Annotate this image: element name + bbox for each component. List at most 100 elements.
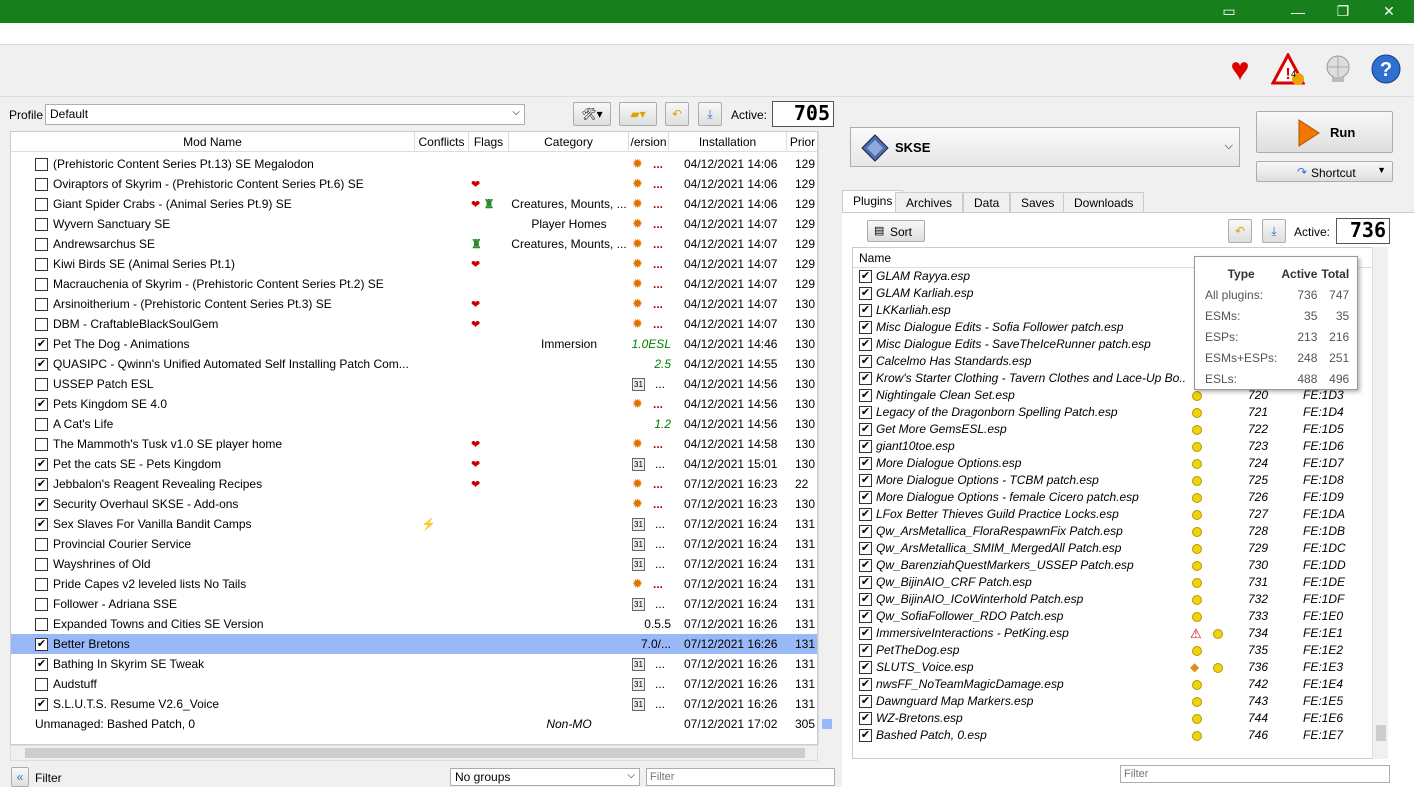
sort-button[interactable]: ▤ Sort [867, 220, 925, 242]
plugin-checkbox[interactable]: ✔ [859, 695, 872, 708]
tab-archives[interactable]: Archives [895, 192, 964, 212]
plugin-checkbox[interactable]: ✔ [859, 627, 872, 640]
plugin-row[interactable]: ✔ nwsFF_NoTeamMagicDamage.esp 742 FE:1E4 [853, 676, 1381, 693]
mod-filter-input[interactable] [646, 768, 835, 786]
plugin-checkbox[interactable]: ✔ [859, 355, 872, 368]
col-mod-name[interactable]: Mod Name [11, 132, 415, 152]
restore-small-icon[interactable]: ▭ [1206, 0, 1252, 23]
plugin-checkbox[interactable]: ✔ [859, 559, 872, 572]
col-installation[interactable]: Installation [669, 132, 787, 152]
minimize-icon[interactable]: — [1275, 0, 1321, 23]
table-row[interactable]: ✔ Bathing In Skyrim SE Tweak 31... 07/12/20… [11, 654, 817, 674]
table-row[interactable]: Macrauchenia of Skyrim - (Prehistoric Co… [11, 274, 817, 294]
mod-checkbox[interactable]: ✔ [35, 458, 48, 471]
table-row[interactable]: A Cat's Life 1.2 04/12/2021 14:56 130 [11, 414, 817, 434]
restore-backup-button[interactable]: ↶ [665, 102, 689, 126]
plugins-restore-button[interactable]: ↶ [1228, 219, 1252, 243]
mod-checkbox[interactable] [35, 178, 48, 191]
mod-checkbox[interactable] [35, 538, 48, 551]
table-row[interactable]: ✔ Pet the cats SE - Pets Kingdom ❤ 31... 04/… [11, 454, 817, 474]
plugin-checkbox[interactable]: ✔ [859, 525, 872, 538]
table-row[interactable]: Wyvern Sanctuary SE Player Homes ✹... 04/12… [11, 214, 817, 234]
help-icon[interactable]: ? [1366, 49, 1406, 89]
table-row[interactable]: ✔ Better Bretons 7.0/... 07/12/2021 16:26 13… [11, 634, 817, 654]
mod-checkbox[interactable] [35, 238, 48, 251]
plugin-scrollbar[interactable] [1372, 247, 1388, 759]
table-row[interactable]: ✔ Pets Kingdom SE 4.0 ✹... 04/12/2021 14:56… [11, 394, 817, 414]
mod-checkbox[interactable]: ✔ [35, 658, 48, 671]
plugin-checkbox[interactable]: ✔ [859, 304, 872, 317]
plugin-checkbox[interactable]: ✔ [859, 610, 872, 623]
plugin-row[interactable]: ✔ Qw_BijinAIO_CRF Patch.esp 731 FE:1DE [853, 574, 1381, 591]
mod-checkbox[interactable] [35, 298, 48, 311]
mod-list-hscrollbar[interactable] [10, 745, 818, 761]
plugin-row[interactable]: ✔ LFox Better Thieves Guild Practice Lock… [853, 506, 1381, 523]
col-version[interactable]: /ersion [629, 132, 669, 152]
col-flags[interactable]: Flags [469, 132, 509, 152]
mod-checkbox[interactable]: ✔ [35, 698, 48, 711]
heart-icon[interactable]: ♥ [1220, 49, 1260, 89]
plugin-checkbox[interactable]: ✔ [859, 508, 872, 521]
plugin-checkbox[interactable]: ✔ [859, 406, 872, 419]
close-icon[interactable]: ✕ [1366, 0, 1412, 23]
plugin-checkbox[interactable]: ✔ [859, 661, 872, 674]
plugin-row[interactable]: ✔ Qw_BarenziahQuestMarkers_USSEP Patch.es… [853, 557, 1381, 574]
mod-checkbox[interactable]: ✔ [35, 398, 48, 411]
plugin-checkbox[interactable]: ✔ [859, 542, 872, 555]
collapse-filter-button[interactable]: « [11, 767, 29, 787]
col-plugin-name[interactable]: Name [859, 248, 891, 268]
mod-checkbox[interactable] [35, 318, 48, 331]
unmanaged-row[interactable]: Unmanaged: Bashed Patch, 0 Non-MO 07/12/… [11, 714, 817, 734]
run-button[interactable]: Run [1256, 111, 1393, 153]
plugin-row[interactable]: ✔ Qw_SofiaFollower_RDO Patch.esp 733 FE:1E0 [853, 608, 1381, 625]
plugins-backup-button[interactable]: ⤓ [1262, 219, 1286, 243]
table-row[interactable]: ✔ QUASIPC - Qwinn's Unified Automated Sel… [11, 354, 817, 374]
plugin-checkbox[interactable]: ✔ [859, 457, 872, 470]
plugin-row[interactable]: ✔ Dawnguard Map Markers.esp 743 FE:1E5 [853, 693, 1381, 710]
mod-checkbox[interactable] [35, 418, 48, 431]
table-row[interactable]: ✔ S.L.U.T.S. Resume V2.6_Voice 31... 07/12/… [11, 694, 817, 714]
table-row[interactable]: Expanded Towns and Cities SE Version 0.5.… [11, 614, 817, 634]
plugin-filter-input[interactable] [1120, 765, 1390, 783]
plugin-row[interactable]: ✔ giant10toe.esp 723 FE:1D6 [853, 438, 1381, 455]
table-row[interactable]: ✔ Jebbalon's Reagent Revealing Recipes ❤ ✹.… [11, 474, 817, 494]
plugin-row[interactable]: ✔ Qw_BijinAIO_ICoWinterhold Patch.esp 732 F… [853, 591, 1381, 608]
table-row[interactable]: Kiwi Birds SE (Animal Series Pt.1) ❤ ✹... 0… [11, 254, 817, 274]
plugin-checkbox[interactable]: ✔ [859, 729, 872, 742]
col-conflicts[interactable]: Conflicts [415, 132, 469, 152]
plugin-checkbox[interactable]: ✔ [859, 644, 872, 657]
mod-checkbox[interactable] [35, 598, 48, 611]
plugin-checkbox[interactable]: ✔ [859, 338, 872, 351]
mod-checkbox[interactable] [35, 218, 48, 231]
plugin-row[interactable]: ✔ Legacy of the Dragonborn Spelling Patch… [853, 404, 1381, 421]
table-row[interactable]: DBM - CraftableBlackSoulGem ❤ ✹... 04/12/20… [11, 314, 817, 334]
table-row[interactable]: ✔ Sex Slaves For Vanilla Bandit Camps ⚡ 31.… [11, 514, 817, 534]
plugin-checkbox[interactable]: ✔ [859, 321, 872, 334]
hscroll-thumb[interactable] [25, 748, 805, 758]
table-row[interactable]: Andrewsarchus SE ♜ Creatures, Mounts, ... ✹… [11, 234, 817, 254]
plugin-checkbox[interactable]: ✔ [859, 440, 872, 453]
executable-select[interactable]: SKSE ⌵ [850, 127, 1240, 167]
tab-data[interactable]: Data [963, 192, 1011, 212]
mod-checkbox[interactable] [35, 198, 48, 211]
plugin-row[interactable]: ✔ Get More GemsESL.esp 722 FE:1D5 [853, 421, 1381, 438]
mod-checkbox[interactable] [35, 678, 48, 691]
table-row[interactable]: USSEP Patch ESL 31... 04/12/2021 14:56 130 [11, 374, 817, 394]
mod-checkbox[interactable] [35, 618, 48, 631]
plugin-checkbox[interactable]: ✔ [859, 491, 872, 504]
mod-checkbox[interactable]: ✔ [35, 358, 48, 371]
table-row[interactable]: ✔ Pet The Dog - Animations Immersion 1.0ESL… [11, 334, 817, 354]
maximize-icon[interactable]: ❐ [1320, 0, 1366, 23]
plugin-row[interactable]: ✔ PetTheDog.esp 735 FE:1E2 [853, 642, 1381, 659]
plugin-row[interactable]: ✔ More Dialogue Options.esp 724 FE:1D7 [853, 455, 1381, 472]
mod-list-scrollbar[interactable] [818, 131, 834, 745]
table-row[interactable]: ✔ Security Overhaul SKSE - Add-ons ✹... 07/… [11, 494, 817, 514]
plugin-row[interactable]: ✔ ImmersiveInteractions - PetKing.esp ⚠ 734… [853, 625, 1381, 642]
table-row[interactable]: The Mammoth's Tusk v1.0 SE player home ❤ ✹… [11, 434, 817, 454]
plugin-checkbox[interactable]: ✔ [859, 287, 872, 300]
tools-button[interactable]: 🛠▾ [573, 102, 611, 126]
scroll-thumb[interactable] [822, 719, 832, 729]
plugin-row[interactable]: ✔ WZ-Bretons.esp 744 FE:1E6 [853, 710, 1381, 727]
plugin-row[interactable]: ✔ SLUTS_Voice.esp ◆ 736 FE:1E3 [853, 659, 1381, 676]
table-row[interactable]: Provincial Courier Service 31... 07/12/202… [11, 534, 817, 554]
